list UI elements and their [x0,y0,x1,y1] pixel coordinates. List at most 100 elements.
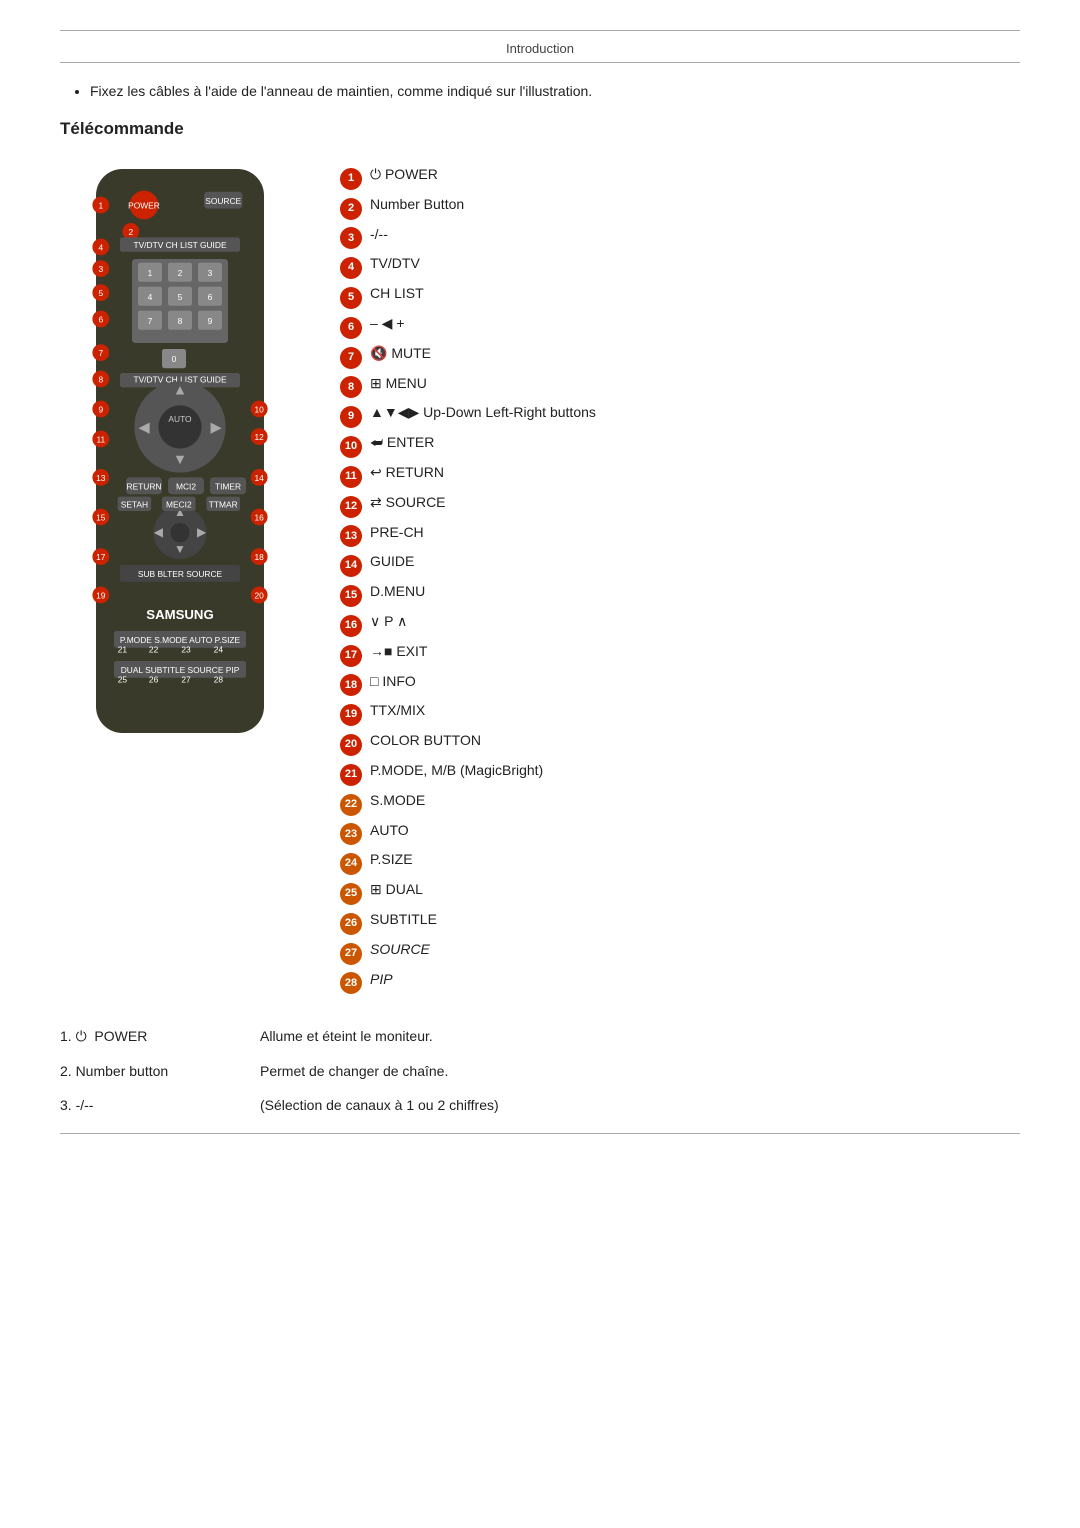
legend-item-21: 21 P.MODE, M/B (MagicBright) [340,759,1020,784]
legend-text-28: PIP [370,968,393,990]
svg-text:RETURN: RETURN [127,481,162,491]
legend-num-11: 11 [340,466,362,488]
legend-num-10: 10 [340,436,362,458]
legend-item-28: 28 PIP [340,968,1020,993]
svg-text:▼: ▼ [173,452,187,468]
legend-num-21: 21 [340,764,362,786]
legend-text-21: P.MODE, M/B (MagicBright) [370,759,543,781]
svg-text:AUTO: AUTO [168,414,192,424]
svg-text:10: 10 [255,405,265,415]
svg-text:MCI2: MCI2 [176,481,196,491]
svg-text:◀: ◀ [138,420,149,436]
legend-text-20: COLOR BUTTON [370,729,481,751]
legend-text-15: D.MENU [370,580,425,602]
legend-item-27: 27 SOURCE [340,938,1020,963]
svg-text:23: 23 [181,645,191,655]
legend-item-22: 22 S.MODE [340,789,1020,814]
svg-text:◀: ◀ [154,525,164,539]
legend-text-18: □ INFO [370,670,416,692]
top-rule [60,30,1020,31]
legend-text-5: CH LIST [370,282,424,304]
bullet-item: Fixez les câbles à l'aide de l'anneau de… [90,83,1020,99]
desc-label-2: 2. Number button [60,1063,260,1079]
svg-text:12: 12 [255,432,265,442]
rule-below-header [60,62,1020,63]
legend-item-18: 18 □ INFO [340,670,1020,695]
legend-text-3: -/-- [370,223,388,245]
bottom-rule [60,1133,1020,1134]
legend-item-16: 16 ∨ P ∧ [340,610,1020,635]
svg-text:MECI2: MECI2 [166,499,192,509]
svg-text:25: 25 [118,675,128,685]
svg-text:9: 9 [98,405,103,415]
svg-text:14: 14 [255,473,265,483]
svg-text:4: 4 [98,243,103,253]
svg-text:26: 26 [149,675,159,685]
legend-item-13: 13 PRE-CH [340,521,1020,546]
legend-text-27: SOURCE [370,938,430,960]
svg-text:15: 15 [96,513,106,523]
descriptions: 1. ⏻ POWER Allume et éteint le moniteur.… [60,1028,1020,1113]
legend-text-22: S.MODE [370,789,425,811]
svg-text:P.MODE S.MODE AUTO P.SIZE: P.MODE S.MODE AUTO P.SIZE [120,635,241,645]
legend-text-1: ⏻ POWER [370,163,438,185]
legend-text-25: ⊞ DUAL [370,878,423,900]
desc-item-2: 2. Number button Permet de changer de ch… [60,1063,1020,1079]
svg-text:18: 18 [255,552,265,562]
legend-num-28: 28 [340,972,362,994]
svg-text:SAMSUNG: SAMSUNG [146,607,213,622]
svg-text:0: 0 [172,354,177,364]
legend-text-14: GUIDE [370,550,414,572]
legend-item-5: 5 CH LIST [340,282,1020,307]
svg-text:▼: ▼ [174,542,186,556]
svg-text:11: 11 [96,435,105,445]
legend-text-8: ⊞ MENU [370,372,427,394]
legend-text-13: PRE-CH [370,521,424,543]
legend-item-6: 6 – ◀ + [340,312,1020,337]
legend-item-15: 15 D.MENU [340,580,1020,605]
legend-text-16: ∨ P ∧ [370,610,407,632]
legend-text-9: ▲▼◀▶ Up-Down Left-Right buttons [370,401,596,423]
svg-text:1: 1 [148,268,153,278]
svg-text:27: 27 [181,675,191,685]
legend-num-24: 24 [340,853,362,875]
legend-item-1: 1 ⏻ POWER [340,163,1020,188]
legend-num-26: 26 [340,913,362,935]
svg-text:6: 6 [98,315,103,325]
header-title: Introduction [506,41,574,56]
legend-list: 1 ⏻ POWER 2 Number Button 3 -/-- 4 TV/DT… [340,163,1020,992]
svg-text:24: 24 [214,645,224,655]
svg-text:3: 3 [98,264,103,274]
legend-text-12: ⇄ SOURCE [370,491,446,513]
legend-item-10: 10 ⮨ ENTER [340,431,1020,456]
legend-text-11: ↩ RETURN [370,461,444,483]
legend-num-5: 5 [340,287,362,309]
legend-item-8: 8 ⊞ MENU [340,372,1020,397]
legend-item-19: 19 TTX/MIX [340,699,1020,724]
legend-num-15: 15 [340,585,362,607]
page-header: Introduction [60,41,1020,56]
legend-item-9: 9 ▲▼◀▶ Up-Down Left-Right buttons [340,401,1020,426]
svg-text:7: 7 [98,348,103,358]
svg-text:28: 28 [214,675,224,685]
legend-text-23: AUTO [370,819,409,841]
svg-text:9: 9 [208,316,213,326]
legend-num-17: 17 [340,645,362,667]
legend-text-17: →■ EXIT [370,640,427,662]
desc-value-2: Permet de changer de chaîne. [260,1063,448,1079]
svg-text:6: 6 [208,292,213,302]
svg-text:16: 16 [255,513,265,523]
bullet-list: Fixez les câbles à l'aide de l'anneau de… [60,83,1020,99]
svg-text:19: 19 [96,591,106,601]
svg-text:SOURCE: SOURCE [205,196,241,206]
legend-item-25: 25 ⊞ DUAL [340,878,1020,903]
svg-text:▶: ▶ [197,525,207,539]
svg-text:8: 8 [98,375,103,385]
desc-item-3: 3. -/-- (Sélection de canaux à 1 ou 2 ch… [60,1097,1020,1113]
legend-num-16: 16 [340,615,362,637]
svg-text:22: 22 [149,645,159,655]
legend-num-1: 1 [340,168,362,190]
legend-num-7: 7 [340,347,362,369]
legend-text-4: TV/DTV [370,252,420,274]
svg-text:TV/DTV CH LIST GUIDE: TV/DTV CH LIST GUIDE [133,240,226,250]
